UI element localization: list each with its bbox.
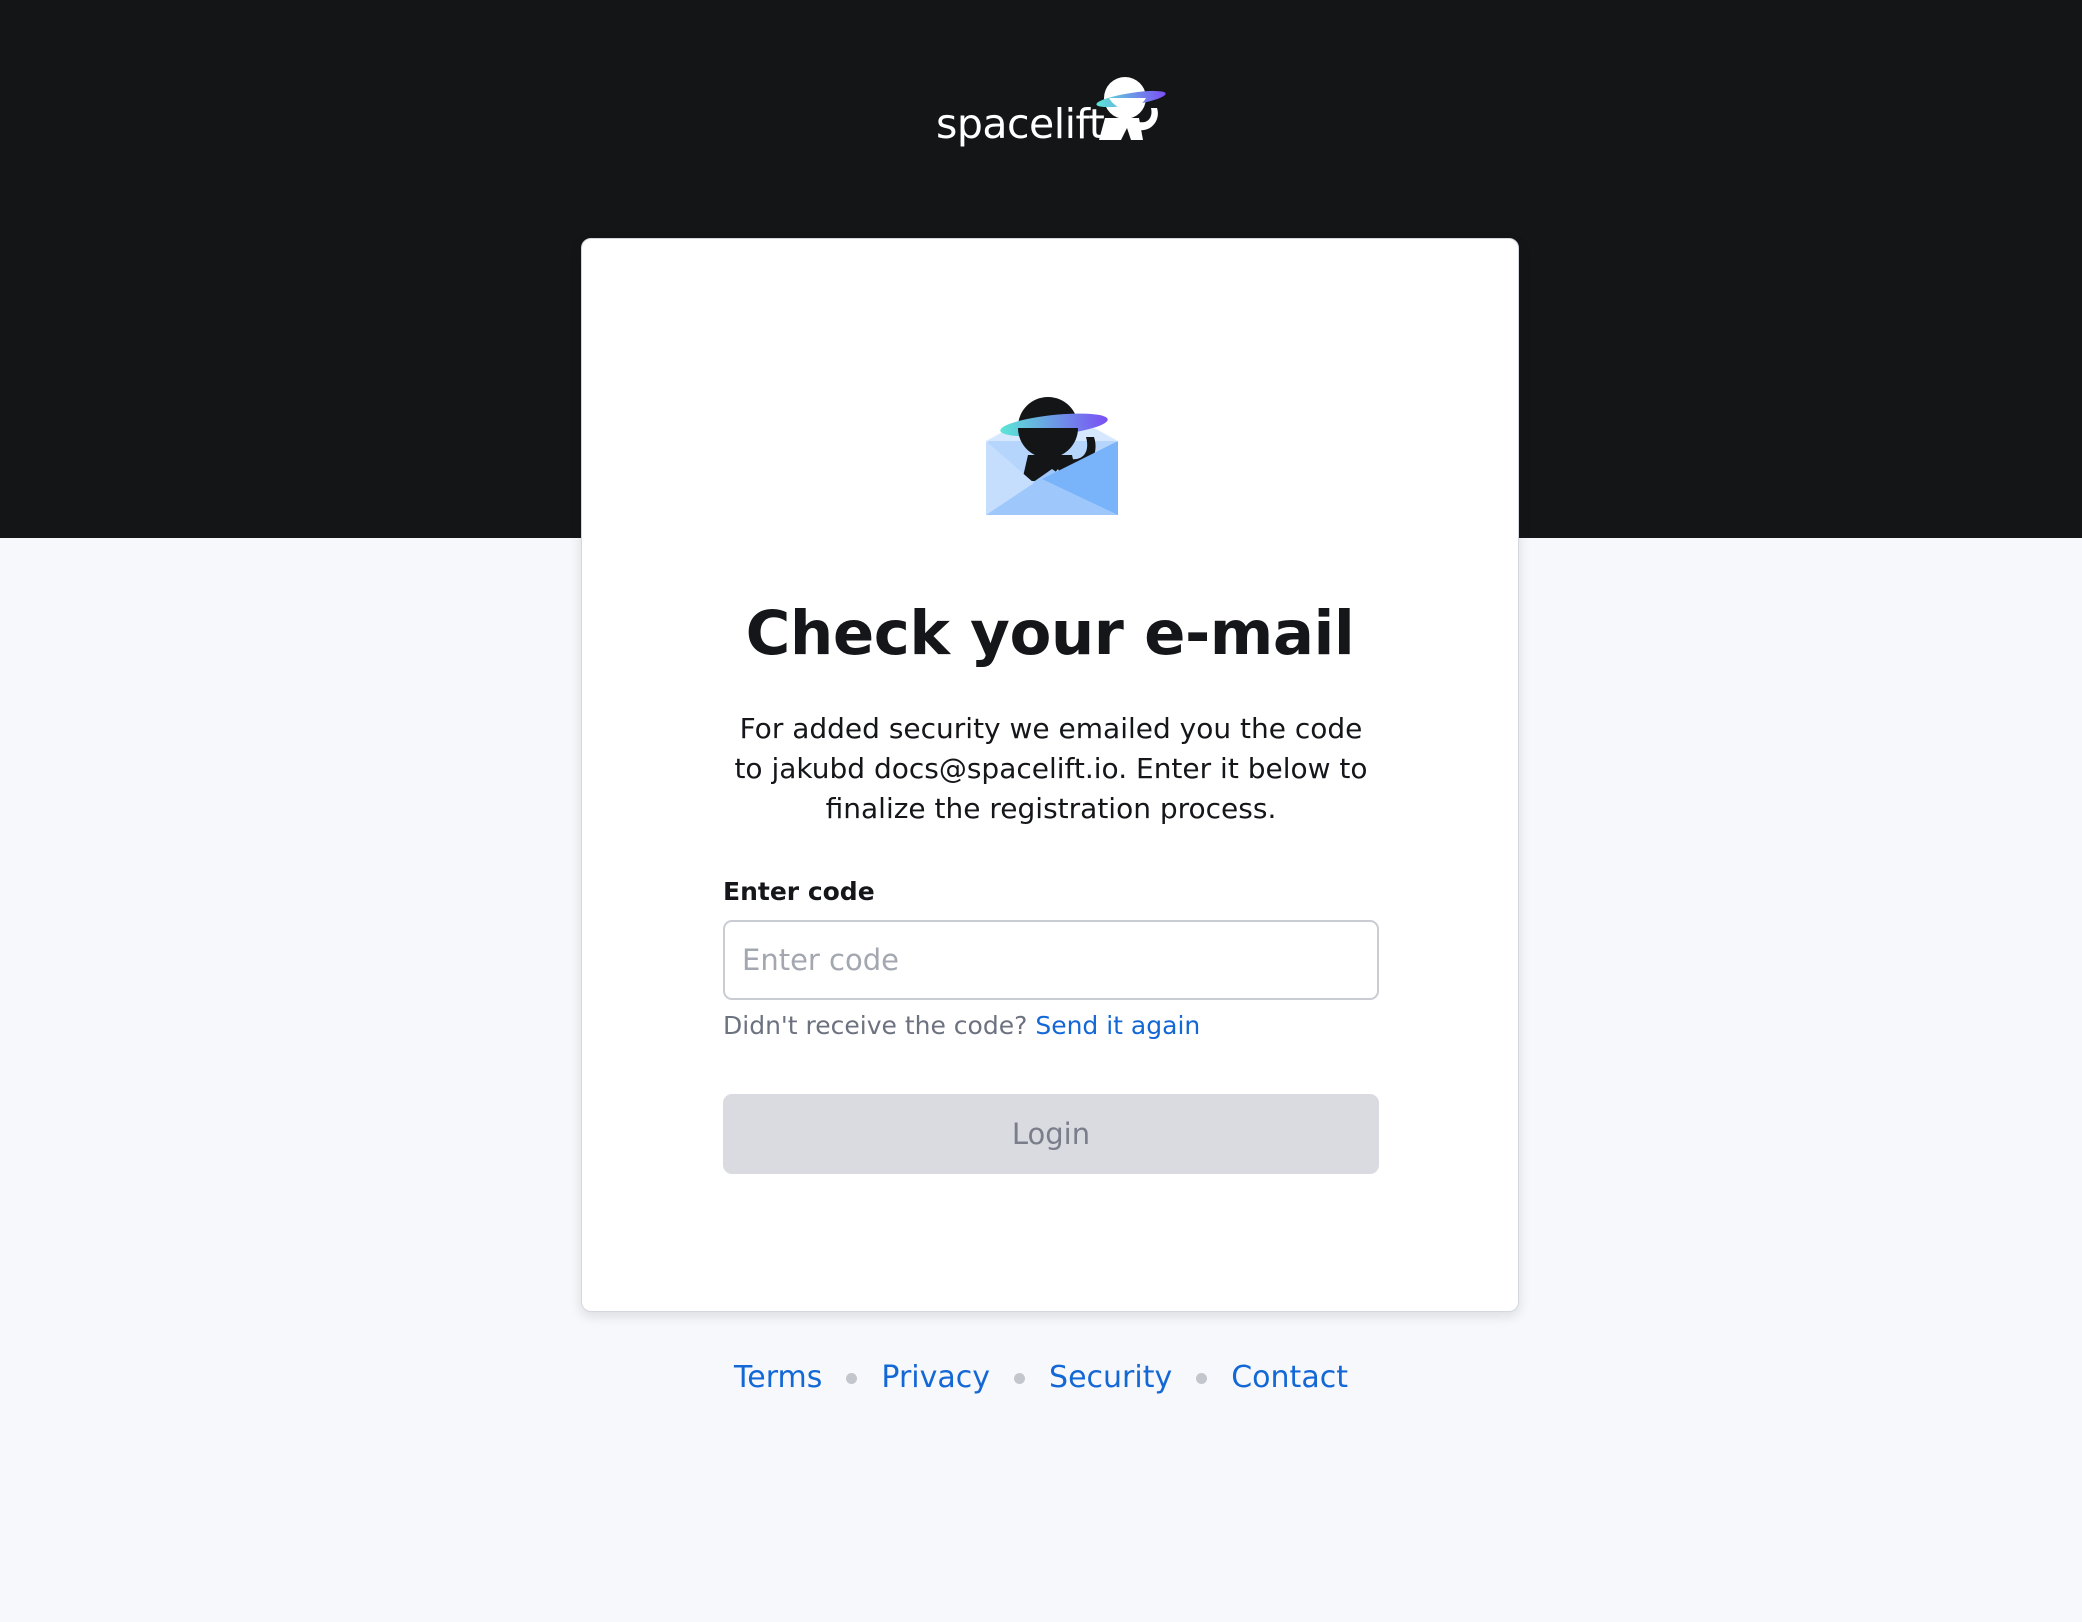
footer-link-security[interactable]: Security — [1049, 1356, 1172, 1400]
footer-separator — [846, 1372, 858, 1384]
resend-row: Didn't receive the code? Send it again — [723, 1011, 1200, 1040]
page-title: Check your e-mail — [745, 598, 1355, 669]
verification-card: Check your e-mail For added security we … — [581, 238, 1519, 1312]
footer-link-terms[interactable]: Terms — [734, 1356, 822, 1400]
code-input[interactable] — [723, 920, 1379, 1000]
footer-link-contact[interactable]: Contact — [1231, 1356, 1348, 1400]
code-field-label: Enter code — [723, 877, 875, 906]
resend-prompt: Didn't receive the code? — [723, 1011, 1028, 1040]
spacelift-logo[interactable]: spacelift — [936, 74, 1166, 154]
footer-link-privacy[interactable]: Privacy — [881, 1356, 990, 1400]
login-button[interactable]: Login — [723, 1094, 1379, 1174]
footer-separator — [1014, 1372, 1026, 1384]
verification-description: For added security we emailed you the co… — [734, 712, 1368, 825]
send-again-link[interactable]: Send it again — [1035, 1011, 1200, 1040]
astronaut-planet-icon — [1096, 77, 1166, 140]
brand-wordmark: spacelift — [936, 100, 1105, 148]
footer-links: Terms Privacy Security Contact — [0, 1356, 2082, 1400]
footer-separator — [1196, 1372, 1208, 1384]
astronaut-envelope-icon — [986, 397, 1118, 515]
